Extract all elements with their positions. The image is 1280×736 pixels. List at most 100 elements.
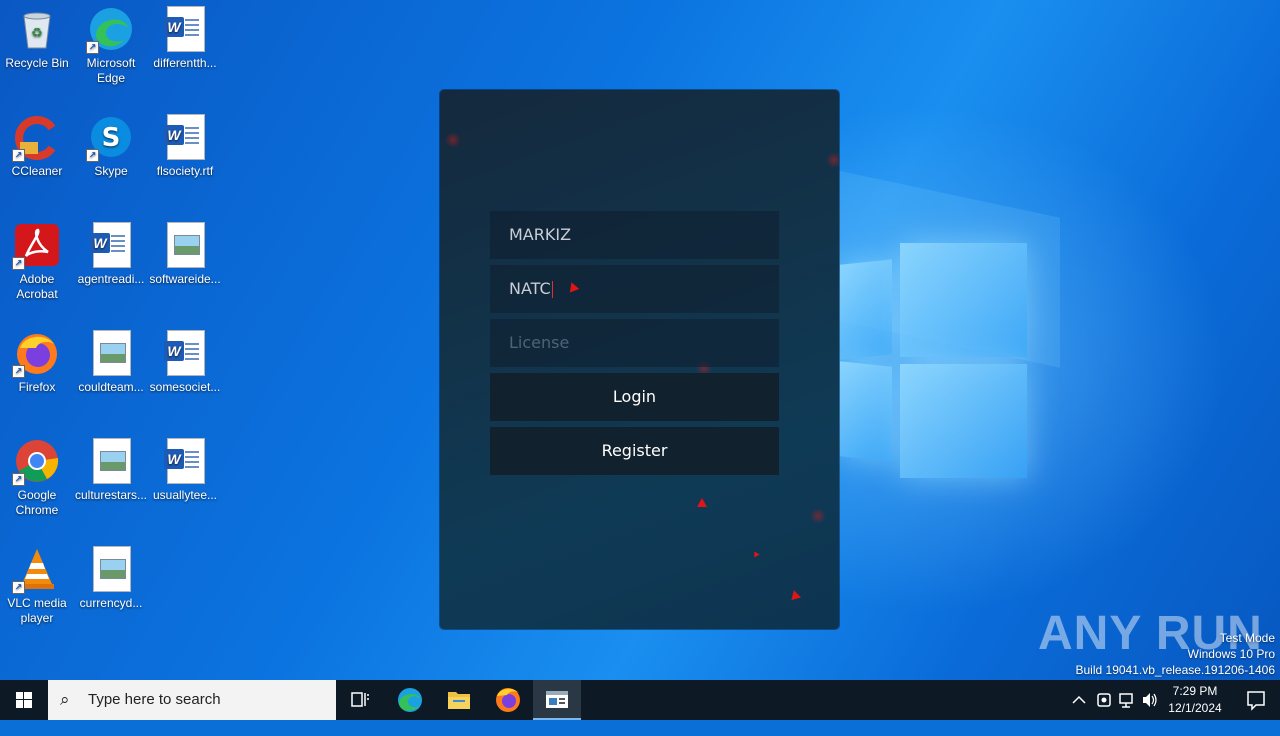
desktop-icon-recycle-bin[interactable]: ♻ Recycle Bin bbox=[0, 0, 74, 71]
desktop-icon-softwareide[interactable]: softwareide... bbox=[148, 216, 222, 287]
chrome-icon: ↗ bbox=[12, 438, 60, 486]
particle bbox=[789, 588, 801, 601]
folder-icon bbox=[448, 692, 470, 709]
chevron-up-icon bbox=[1072, 695, 1086, 704]
clock-date: 12/1/2024 bbox=[1168, 701, 1222, 715]
text-caret bbox=[551, 281, 553, 298]
word-doc-icon: W bbox=[162, 6, 208, 52]
shortcut-arrow-icon: ↗ bbox=[86, 149, 99, 162]
shortcut-arrow-icon: ↗ bbox=[12, 149, 25, 162]
desktop-icon-usuallytee[interactable]: W usuallytee... bbox=[148, 432, 222, 503]
taskbar-firefox[interactable] bbox=[484, 680, 532, 720]
desktop-icon-couldteam[interactable]: couldteam... bbox=[74, 324, 148, 395]
network-button[interactable] bbox=[1117, 680, 1137, 720]
word-doc-icon: W bbox=[162, 330, 208, 376]
windows-test-mode-text: Test Mode Windows 10 Pro Build 19041.vb_… bbox=[1076, 630, 1276, 678]
svg-text:S: S bbox=[102, 123, 121, 153]
windows-start-icon bbox=[16, 692, 32, 708]
icon-label: differentth... bbox=[153, 56, 217, 70]
shortcut-arrow-icon: ↗ bbox=[12, 365, 25, 378]
vlc-icon: ↗ bbox=[12, 546, 60, 594]
taskbar: ⌕ Type here to search 7:29 PM 12/1/2024 bbox=[0, 680, 1280, 720]
shortcut-arrow-icon: ↗ bbox=[12, 473, 25, 486]
particle-glow bbox=[810, 508, 826, 524]
word-doc-icon: W bbox=[88, 222, 134, 268]
desktop-icon-chrome[interactable]: ↗ Google Chrome bbox=[0, 432, 74, 518]
register-button[interactable]: Register bbox=[490, 427, 779, 475]
notification-icon bbox=[1247, 691, 1265, 711]
username-value: MARKIZ bbox=[509, 225, 572, 244]
tray-app-icon bbox=[1097, 693, 1111, 707]
desktop-icon-acrobat[interactable]: ↗ Adobe Acrobat bbox=[0, 216, 74, 302]
image-file-icon bbox=[162, 222, 208, 268]
task-view-button[interactable] bbox=[336, 680, 384, 720]
desktop-icon-vlc[interactable]: ↗ VLC media player bbox=[0, 540, 74, 626]
speaker-icon bbox=[1143, 693, 1157, 707]
desktop-icon-currencyd[interactable]: currencyd... bbox=[74, 540, 148, 611]
desktop-icon-skype[interactable]: S ↗ Skype bbox=[74, 108, 148, 179]
particle-glow bbox=[445, 132, 461, 148]
desktop-icon-culturestars[interactable]: culturestars... bbox=[74, 432, 148, 503]
start-button[interactable] bbox=[0, 680, 48, 720]
clock-time: 7:29 PM bbox=[1172, 684, 1218, 698]
shortcut-arrow-icon: ↗ bbox=[12, 581, 25, 594]
show-hidden-icons-button[interactable] bbox=[1070, 680, 1088, 720]
volume-button[interactable] bbox=[1140, 680, 1160, 720]
search-icon: ⌕ bbox=[60, 690, 70, 709]
test-mode-label: Test Mode bbox=[1219, 631, 1275, 645]
taskbar-search-box[interactable]: ⌕ Type here to search bbox=[48, 680, 336, 720]
edge-icon bbox=[398, 688, 422, 712]
icon-label: usuallytee... bbox=[152, 488, 218, 502]
particle-glow bbox=[826, 152, 839, 168]
login-window: MARKIZ NATC License Login Register bbox=[440, 90, 839, 629]
icon-label: Microsoft Edge bbox=[86, 56, 136, 85]
desktop-icon-edge[interactable]: ↗ Microsoft Edge bbox=[74, 0, 148, 86]
register-button-label: Register bbox=[601, 441, 668, 460]
desktop: ♻ Recycle Bin ↗ Microsoft Edge W differe… bbox=[0, 0, 1280, 680]
word-doc-icon: W bbox=[162, 114, 208, 160]
desktop-icon-ccleaner[interactable]: ↗ CCleaner bbox=[0, 108, 74, 179]
license-placeholder: License bbox=[509, 333, 570, 352]
username-field[interactable]: MARKIZ bbox=[490, 211, 779, 259]
login-button-label: Login bbox=[612, 387, 657, 406]
taskbar-clock[interactable]: 7:29 PM 12/1/2024 bbox=[1162, 683, 1228, 717]
firefox-icon bbox=[496, 688, 520, 712]
desktop-icon-differentth[interactable]: W differentth... bbox=[148, 0, 222, 71]
password-value: NATC bbox=[509, 279, 551, 298]
desktop-icon-firefox[interactable]: ↗ Firefox bbox=[0, 324, 74, 395]
shortcut-arrow-icon: ↗ bbox=[12, 257, 25, 270]
taskbar-login-app[interactable] bbox=[533, 680, 581, 720]
password-field[interactable]: NATC bbox=[490, 265, 779, 313]
desktop-icon-somesociet[interactable]: W somesociet... bbox=[148, 324, 222, 395]
ccleaner-icon: ↗ bbox=[12, 114, 60, 162]
icon-label: Firefox bbox=[18, 380, 56, 394]
image-file-icon bbox=[88, 546, 134, 592]
desktop-icon-flsociety[interactable]: W flsociety.rtf bbox=[148, 108, 222, 179]
taskbar-file-explorer[interactable] bbox=[435, 680, 483, 720]
taskbar-edge[interactable] bbox=[386, 680, 434, 720]
particle bbox=[697, 498, 707, 507]
recycle-bin-icon: ♻ bbox=[14, 6, 60, 52]
icon-label: culturestars... bbox=[74, 488, 148, 502]
license-field[interactable]: License bbox=[490, 319, 779, 367]
edge-icon: ↗ bbox=[86, 6, 134, 54]
image-file-icon bbox=[88, 438, 134, 484]
action-center-button[interactable] bbox=[1232, 680, 1280, 720]
word-doc-icon: W bbox=[162, 438, 208, 484]
login-button[interactable]: Login bbox=[490, 373, 779, 421]
svg-text:♻: ♻ bbox=[31, 26, 43, 41]
icon-label: VLC media player bbox=[7, 596, 67, 625]
search-placeholder: Type here to search bbox=[88, 691, 221, 708]
skype-icon: S ↗ bbox=[86, 114, 134, 162]
network-icon bbox=[1119, 693, 1133, 708]
image-file-icon bbox=[88, 330, 134, 376]
icon-label: CCleaner bbox=[11, 164, 63, 178]
icon-label: Recycle Bin bbox=[5, 56, 69, 70]
build-label: Build 19041.vb_release.191206-1406 bbox=[1075, 663, 1276, 677]
icon-label: flsociety.rtf bbox=[156, 164, 214, 178]
desktop-icon-agentreadi[interactable]: W agentreadi... bbox=[74, 216, 148, 287]
icon-label: somesociet... bbox=[149, 380, 221, 394]
icon-label: currencyd... bbox=[79, 596, 143, 610]
tray-app-icon[interactable] bbox=[1094, 680, 1114, 720]
acrobat-icon: ↗ bbox=[12, 222, 60, 270]
